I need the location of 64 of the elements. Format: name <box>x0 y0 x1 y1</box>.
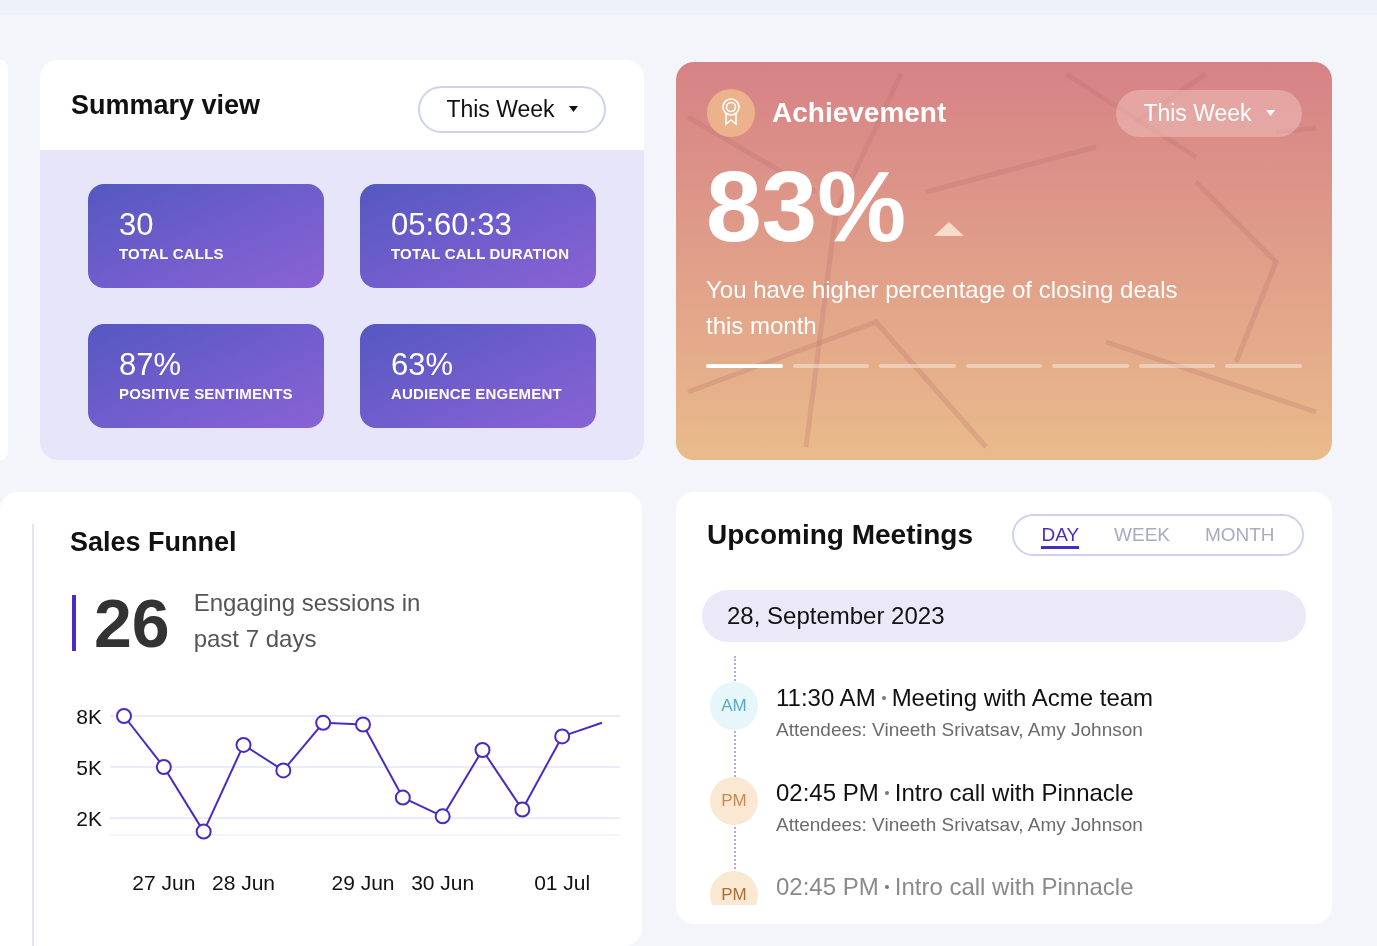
meeting-attendees: Attendees: Vineeth Srivatsav, Amy Johnson <box>776 718 1144 742</box>
stat-label: TOTAL CALLS <box>119 243 225 264</box>
slide-indicator[interactable] <box>706 364 783 368</box>
session-count: 26 <box>94 588 170 657</box>
range-tab[interactable]: DAY <box>1041 521 1080 549</box>
data-point <box>116 707 132 724</box>
stat-value: 30 <box>119 206 155 243</box>
slide-indicator[interactable] <box>879 364 956 368</box>
date-bar: 28, September 2023 <box>702 590 1306 642</box>
stat-value: 05:60:33 <box>391 206 513 243</box>
axis-label: 28 Jun <box>211 870 276 894</box>
axis-label: 01 Jul <box>534 870 591 894</box>
period-badge: AM <box>710 682 758 730</box>
achievement-message: You have higher percentage of closing deals this month <box>706 275 1179 341</box>
period-badge: PM <box>710 871 758 905</box>
slide-indicator[interactable] <box>1225 364 1303 368</box>
card-title: Summary view <box>71 88 261 122</box>
stat-value: 87% <box>119 346 183 383</box>
data-point <box>155 758 172 775</box>
meeting-title: Intro call with Pinnacle <box>894 777 1134 808</box>
meeting-time: 02:45 PM <box>776 872 879 902</box>
range-tab[interactable]: WEEK <box>1114 521 1170 549</box>
period-dropdown[interactable]: This Week <box>418 85 606 133</box>
data-point <box>434 807 451 824</box>
axis-label: 27 Jun <box>132 870 196 894</box>
caret-icon <box>1265 110 1275 116</box>
stat-label: POSITIVE SENTIMENTS <box>119 383 294 404</box>
period-dropdown[interactable]: This Week <box>1116 89 1302 137</box>
data-point <box>554 727 571 744</box>
slide-indicator[interactable] <box>1052 364 1129 368</box>
card-title: Achievement <box>772 96 947 130</box>
period-badge: PM <box>710 776 758 825</box>
caret-icon <box>568 106 578 112</box>
data-point <box>275 761 292 778</box>
stat-label: AUDIENCE ENGEMENT <box>391 383 563 404</box>
data-point <box>235 736 252 753</box>
axis-label: 8K <box>76 704 102 728</box>
card-title: Sales Funnel <box>70 526 238 559</box>
meeting-time: 02:45 PM <box>776 777 879 808</box>
axis-label: 30 Jun <box>411 870 475 894</box>
meeting-title: Meeting with Acme team <box>891 683 1154 713</box>
slide-indicator[interactable] <box>792 364 870 368</box>
slide-indicator[interactable] <box>1138 364 1216 368</box>
data-point <box>195 823 212 840</box>
meeting-title: Intro call with Pinnacle <box>894 872 1134 902</box>
achievement-percent: 83% <box>706 156 907 256</box>
award-icon <box>706 88 756 138</box>
meeting-attendees: Attendees: Vineeth Srivatsav, Amy Johnson <box>776 812 1143 837</box>
data-point <box>355 716 371 732</box>
axis-label: 2K <box>76 806 102 830</box>
slide-indicator[interactable] <box>965 364 1043 368</box>
range-tab[interactable]: MONTH <box>1204 521 1275 549</box>
card-title: Upcoming Meetings <box>707 518 973 552</box>
axis-label: 29 Jun <box>331 870 395 894</box>
up-arrow-icon <box>934 222 965 236</box>
data-point <box>394 789 411 806</box>
stat-label: TOTAL CALL DURATION <box>391 243 571 264</box>
data-point <box>514 801 531 817</box>
meeting-time: 11:30 AM <box>776 683 876 713</box>
data-point <box>474 741 491 758</box>
session-caption: Engaging sessions in past 7 days <box>193 587 422 654</box>
axis-label: 5K <box>76 755 102 779</box>
stat-value: 63% <box>391 346 455 383</box>
data-point <box>315 714 332 731</box>
